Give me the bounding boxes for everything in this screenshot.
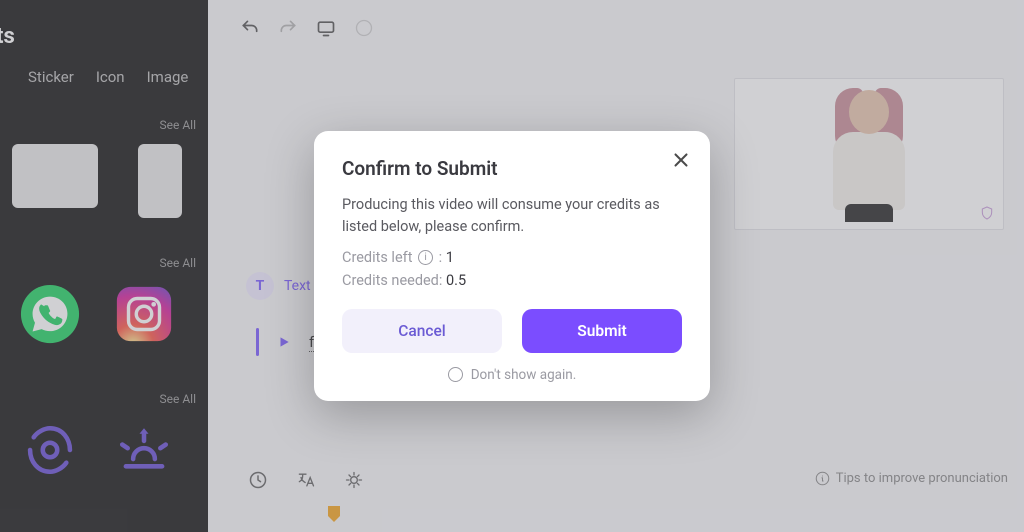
cancel-button[interactable]: Cancel xyxy=(342,309,502,353)
submit-button[interactable]: Submit xyxy=(522,309,682,353)
modal-title: Confirm to Submit xyxy=(342,157,682,180)
modal-overlay: Confirm to Submit Producing this video w… xyxy=(0,0,1024,532)
modal-description: Producing this video will consume your c… xyxy=(342,194,682,236)
dont-show-label: Don't show again. xyxy=(471,367,577,383)
info-icon[interactable]: i xyxy=(418,250,433,265)
confirm-submit-modal: Confirm to Submit Producing this video w… xyxy=(314,131,710,400)
close-icon[interactable] xyxy=(670,149,692,171)
credits-needed-value: 0.5 xyxy=(446,272,466,289)
credits-left-value: 1 xyxy=(446,249,454,266)
credits-left-row: Credits left i : 1 xyxy=(342,249,682,266)
credits-needed-row: Credits needed: 0.5 xyxy=(342,272,682,289)
radio-icon[interactable] xyxy=(448,367,463,382)
dont-show-again[interactable]: Don't show again. xyxy=(342,367,682,383)
